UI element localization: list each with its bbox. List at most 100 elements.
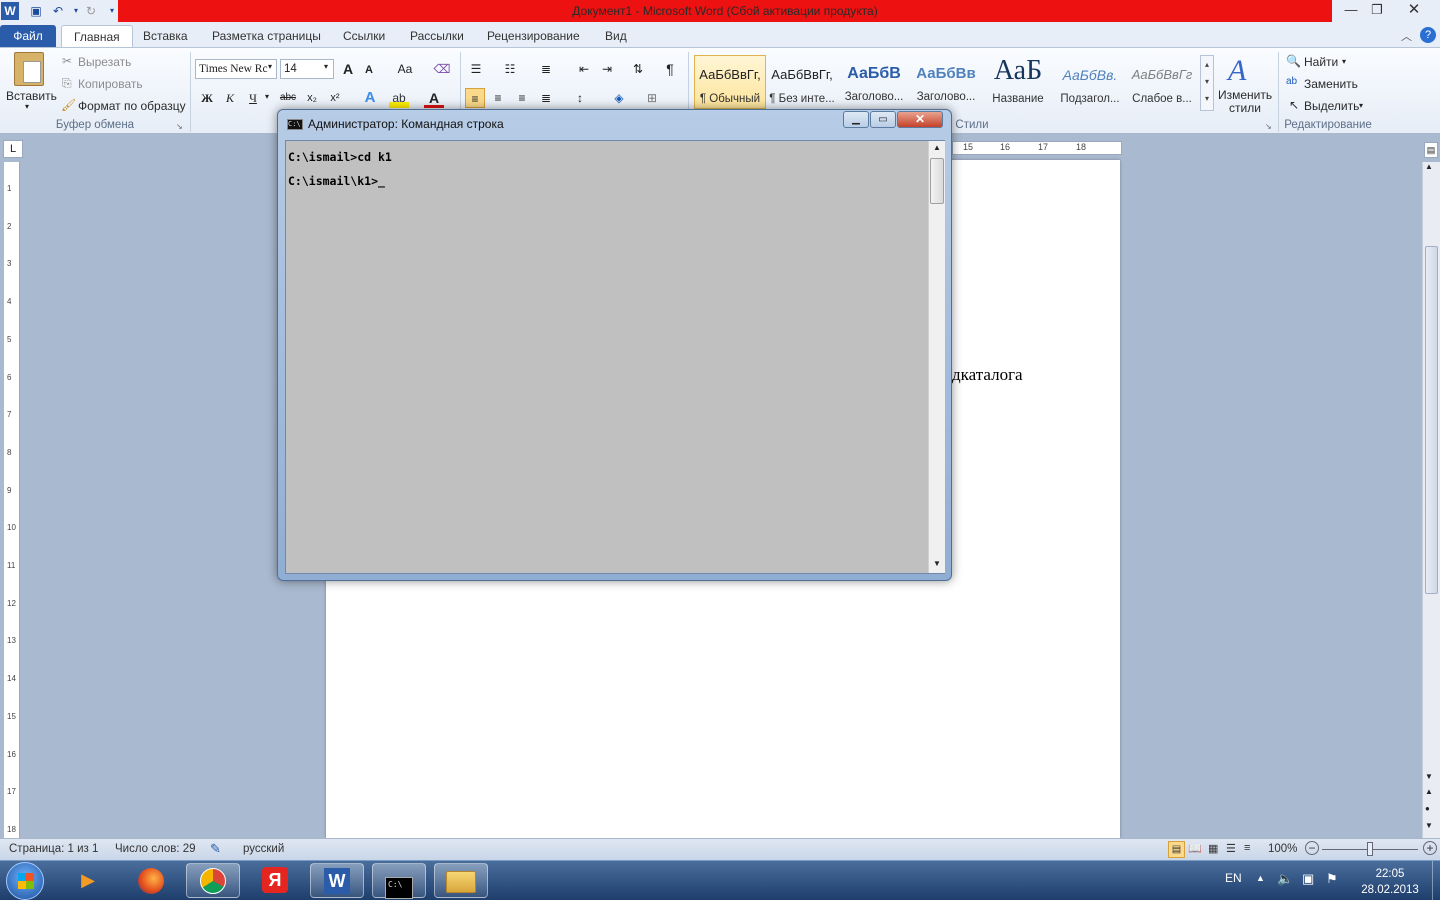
change-case-button[interactable]: Aa xyxy=(392,59,418,79)
tab-references[interactable]: Ссылки xyxy=(331,25,397,47)
word-app-icon[interactable]: W xyxy=(1,2,19,20)
zoom-in-icon[interactable]: + xyxy=(1423,841,1437,855)
tab-mailings[interactable]: Рассылки xyxy=(398,25,476,47)
numbering-icon[interactable]: ☷ xyxy=(500,59,520,79)
network-icon[interactable]: ▣ xyxy=(1302,871,1314,887)
style-title[interactable]: АаБ Название xyxy=(982,55,1054,109)
cmd-maximize-icon[interactable]: ▭ xyxy=(870,111,896,128)
style-normal[interactable]: АаБбВвГг, ¶ Обычный xyxy=(694,55,766,109)
font-color-icon[interactable]: A xyxy=(424,88,444,108)
clock[interactable]: 22:05 28.02.2013 xyxy=(1350,866,1430,898)
align-right-icon[interactable]: ≡ xyxy=(512,88,532,108)
vertical-scrollbar[interactable]: ▲ ▼ ▲ ● ▼ xyxy=(1422,162,1440,838)
outline-icon[interactable]: ☰ xyxy=(1226,842,1236,855)
superscript-button[interactable]: x² xyxy=(325,88,345,108)
grow-font-button[interactable]: A xyxy=(338,59,358,79)
paste-dropdown-icon[interactable]: ▾ xyxy=(25,102,29,111)
undo-icon[interactable]: ↶ xyxy=(49,2,67,20)
yandex-icon[interactable]: Я xyxy=(248,863,302,898)
print-layout-icon[interactable]: ▤ xyxy=(1168,841,1185,858)
tab-view[interactable]: Вид xyxy=(593,25,639,47)
media-player-icon[interactable]: ▶ xyxy=(61,863,115,898)
tab-selector-icon[interactable]: L xyxy=(3,140,23,158)
chrome-icon[interactable] xyxy=(186,863,240,898)
replace-button[interactable]: Заменить xyxy=(1304,77,1358,91)
volume-icon[interactable]: 🔈 xyxy=(1277,871,1293,887)
decrease-indent-icon[interactable]: ⇤ xyxy=(574,59,594,79)
underline-button[interactable]: Ч xyxy=(243,88,263,108)
shrink-font-button[interactable]: A xyxy=(359,60,379,80)
start-orb[interactable] xyxy=(6,862,44,900)
previous-page-icon[interactable]: ▲ xyxy=(1425,787,1433,796)
underline-dropdown-icon[interactable]: ▾ xyxy=(265,92,269,101)
strikethrough-button[interactable]: abc xyxy=(278,88,298,108)
style-subtle-emphasis[interactable]: АаБбВвГг Слабое в... xyxy=(1126,55,1198,109)
browse-object-icon[interactable]: ● xyxy=(1425,804,1430,813)
clear-formatting-icon[interactable]: ⌫ xyxy=(432,59,452,79)
cmd-scroll-down-icon[interactable]: ▼ xyxy=(933,559,941,568)
cmd-scroll-thumb[interactable] xyxy=(930,158,944,204)
paste-button[interactable]: Вставить xyxy=(6,89,57,103)
help-icon[interactable]: ? xyxy=(1420,27,1436,43)
redo-icon[interactable]: ↻ xyxy=(82,2,100,20)
italic-button[interactable]: К xyxy=(220,88,240,108)
align-center-icon[interactable]: ≡ xyxy=(488,88,508,108)
borders-icon[interactable]: ⊞ xyxy=(642,88,662,108)
align-left-icon[interactable]: ≡ xyxy=(465,88,485,108)
select-button[interactable]: Выделить xyxy=(1304,99,1359,113)
style-heading-1[interactable]: АаБбВ Заголово... xyxy=(838,55,910,109)
view-ruler-icon[interactable]: ▤ xyxy=(1424,142,1438,158)
draft-icon[interactable]: ≡ xyxy=(1244,842,1250,854)
tab-file[interactable]: Файл xyxy=(0,25,56,47)
font-name-combo[interactable]: Times New Rc xyxy=(195,59,277,79)
bold-button[interactable]: Ж xyxy=(197,88,217,108)
styles-launcher-icon[interactable]: ↘ xyxy=(1265,122,1272,131)
cmd-close-icon[interactable]: ✕ xyxy=(897,111,943,128)
increase-indent-icon[interactable]: ⇥ xyxy=(597,59,617,79)
minimize-ribbon-icon[interactable]: ︿ xyxy=(1401,28,1412,44)
show-formatting-icon[interactable]: ¶ xyxy=(660,59,680,79)
multilevel-list-icon[interactable]: ≣ xyxy=(536,59,556,79)
font-name-dropdown-icon[interactable]: ▾ xyxy=(268,62,272,71)
scroll-down-icon[interactable]: ▼ xyxy=(1425,772,1433,781)
sort-icon[interactable]: ⇅ xyxy=(628,59,648,79)
font-size-dropdown-icon[interactable]: ▾ xyxy=(324,62,328,71)
next-page-icon[interactable]: ▼ xyxy=(1425,821,1433,830)
cmd-window[interactable]: C:\ Администратор: Командная строка ▁ ▭ … xyxy=(277,109,952,581)
highlight-icon[interactable]: ab xyxy=(389,88,409,108)
text-effects-icon[interactable]: A xyxy=(360,88,380,108)
web-layout-icon[interactable]: ▦ xyxy=(1208,842,1218,855)
proofing-icon[interactable]: ✎ xyxy=(210,841,221,857)
show-hidden-icons[interactable]: ▲ xyxy=(1256,873,1265,883)
style-heading-2[interactable]: АаБбВв Заголово... xyxy=(910,55,982,109)
tab-insert[interactable]: Вставка xyxy=(131,25,200,47)
minimize-icon[interactable]: — xyxy=(1337,0,1365,20)
save-icon[interactable]: ▣ xyxy=(27,2,45,20)
page-count[interactable]: Страница: 1 из 1 xyxy=(9,843,98,855)
zoom-slider-thumb[interactable] xyxy=(1367,842,1373,856)
cmd-console[interactable]: C:\ismail>cd k1 C:\ismail\k1>_ ▲ ▼ xyxy=(285,140,945,574)
bullets-icon[interactable]: ☰ xyxy=(466,59,486,79)
find-dropdown-icon[interactable]: ▾ xyxy=(1342,57,1346,66)
cut-button[interactable]: Вырезать xyxy=(78,55,131,69)
full-screen-reading-icon[interactable]: 📖 xyxy=(1188,842,1202,855)
firefox-icon[interactable] xyxy=(124,863,178,898)
zoom-out-icon[interactable]: − xyxy=(1305,841,1319,855)
line-spacing-icon[interactable]: ↕ xyxy=(570,88,590,108)
tab-review[interactable]: Рецензирование xyxy=(475,25,592,47)
cmd-taskbar-icon[interactable]: C:\ xyxy=(372,863,426,899)
cmd-minimize-icon[interactable]: ▁ xyxy=(843,111,869,128)
justify-icon[interactable]: ≣ xyxy=(536,88,556,108)
format-painter-button[interactable]: Формат по образцу xyxy=(78,99,186,113)
scroll-up-icon[interactable]: ▲ xyxy=(1425,162,1433,171)
show-desktop-button[interactable] xyxy=(1432,861,1440,900)
subscript-button[interactable]: x₂ xyxy=(302,88,322,108)
change-styles-button[interactable]: Изменить стили xyxy=(1218,89,1272,115)
cmd-scroll-up-icon[interactable]: ▲ xyxy=(933,143,941,152)
restore-icon[interactable]: ❐ xyxy=(1365,0,1389,20)
copy-button[interactable]: Копировать xyxy=(78,77,143,91)
paste-icon[interactable] xyxy=(14,52,44,86)
explorer-icon[interactable] xyxy=(434,863,488,898)
tab-page-layout[interactable]: Разметка страницы xyxy=(200,25,333,47)
word-taskbar-icon[interactable]: W xyxy=(310,863,364,898)
